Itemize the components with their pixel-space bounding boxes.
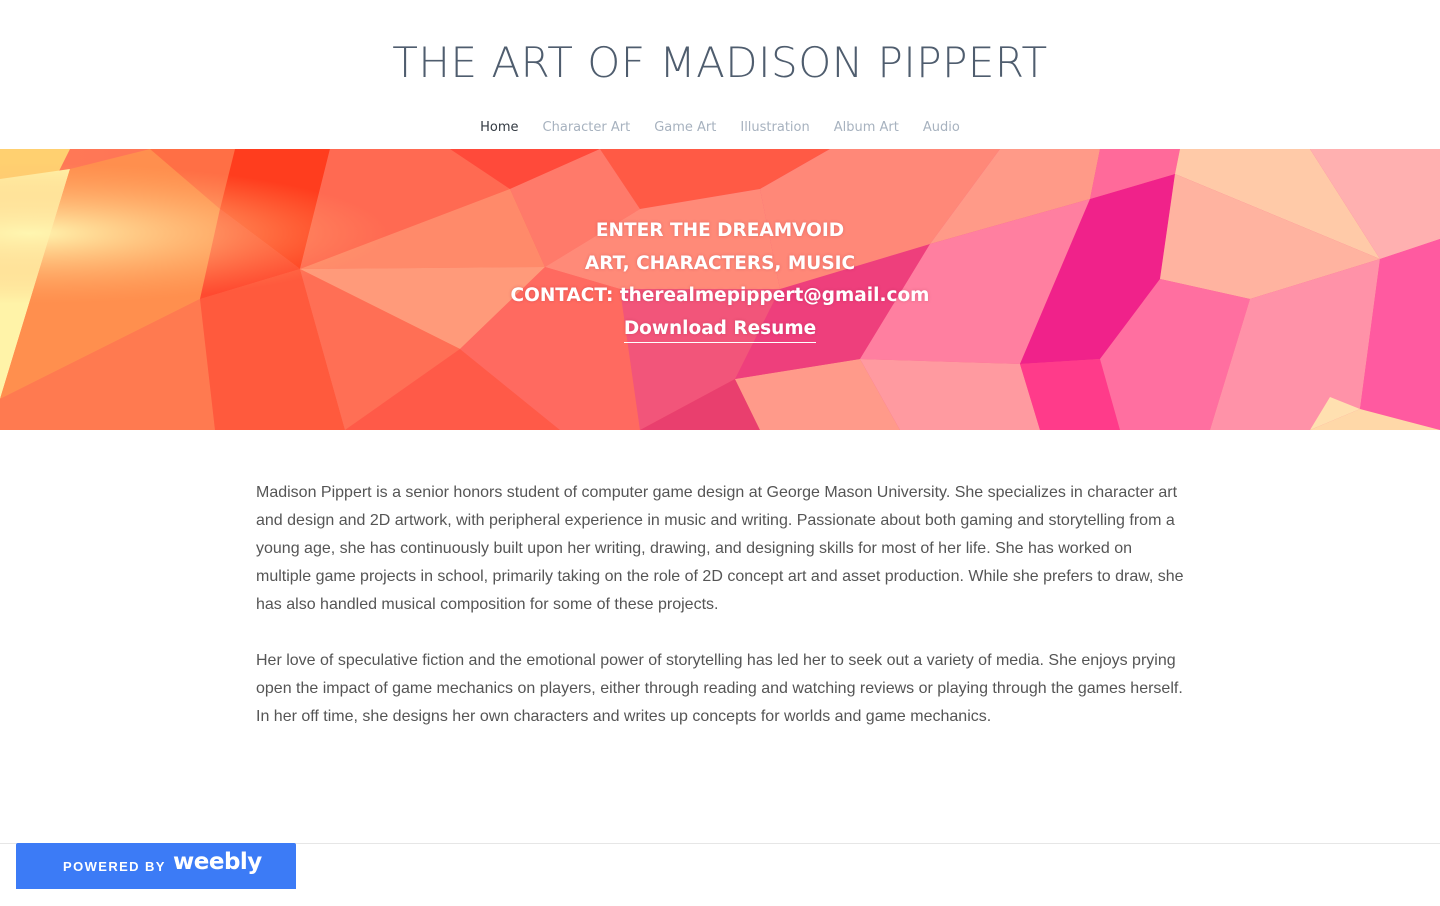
weebly-logo: weebly bbox=[173, 849, 262, 875]
main-nav: Home Character Art Game Art Illustration… bbox=[0, 120, 1440, 135]
hero-tagline: ENTER THE DREAMVOID bbox=[595, 220, 845, 241]
hero-banner: ENTER THE DREAMVOID ART, CHARACTERS, MUS… bbox=[0, 149, 1440, 430]
nav-item-game-art[interactable]: Game Art bbox=[654, 120, 716, 135]
hero-subtitle: ART, CHARACTERS, MUSIC bbox=[584, 252, 856, 274]
about-paragraph-1: Madison Pippert is a senior honors stude… bbox=[256, 484, 1184, 613]
nav-item-illustration[interactable]: Illustration bbox=[740, 120, 809, 135]
nav-item-album-art[interactable]: Album Art bbox=[834, 120, 899, 135]
site-header: THE ART OF MADISON PIPPERT Home Characte… bbox=[0, 0, 1440, 149]
about-paragraph-2: Her love of speculative fiction and the … bbox=[256, 652, 1183, 725]
powered-by-label: POWERED BY bbox=[63, 859, 166, 874]
about-content: Madison Pippert is a senior honors stude… bbox=[256, 479, 1191, 759]
site-title[interactable]: THE ART OF MADISON PIPPERT bbox=[0, 38, 1440, 87]
page: THE ART OF MADISON PIPPERT Home Characte… bbox=[0, 0, 1440, 906]
nav-item-home[interactable]: Home bbox=[480, 120, 518, 135]
nav-item-character-art[interactable]: Character Art bbox=[543, 120, 631, 135]
weebly-badge-button[interactable]: POWERED BY weebly bbox=[16, 843, 296, 889]
download-resume-link[interactable]: Download Resume bbox=[623, 316, 817, 343]
nav-item-audio[interactable]: Audio bbox=[923, 120, 960, 135]
hero-contact: CONTACT: therealmepippert@gmail.com bbox=[510, 285, 930, 306]
hero-text: ENTER THE DREAMVOID ART, CHARACTERS, MUS… bbox=[0, 215, 1440, 345]
